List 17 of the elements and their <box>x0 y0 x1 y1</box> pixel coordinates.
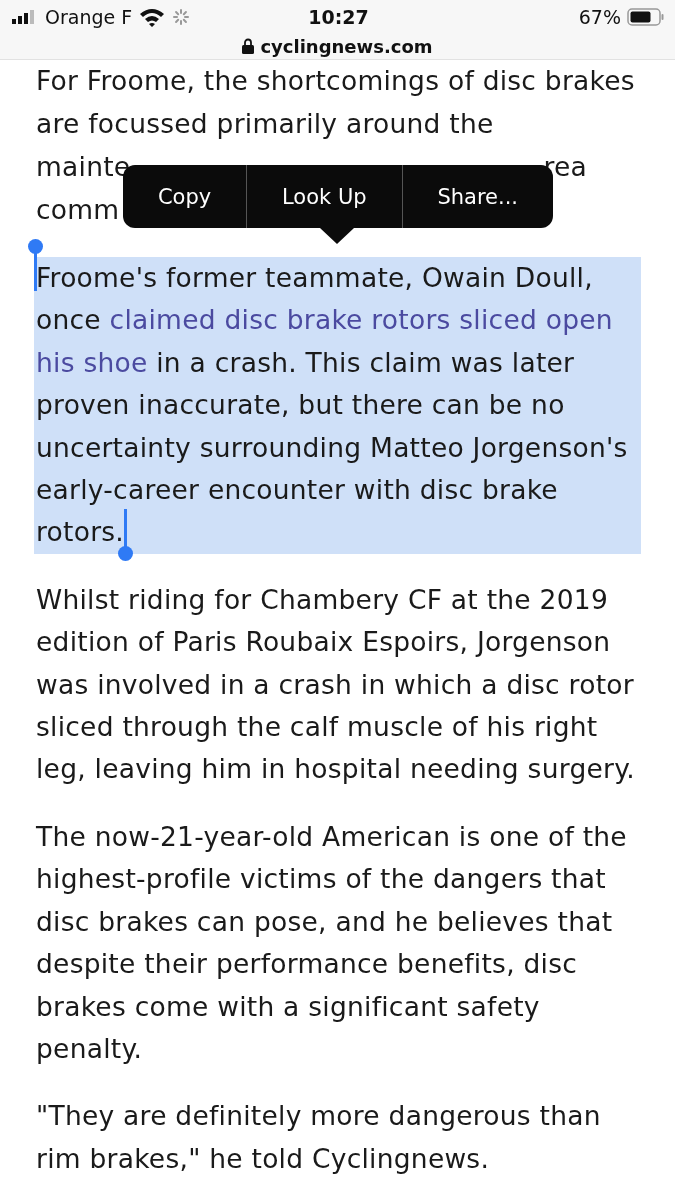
clock: 10:27 <box>308 6 369 28</box>
loading-icon <box>172 8 191 26</box>
paragraph-fragment: For Froome, the shortcomings of disc brakes <box>36 64 635 98</box>
paragraph: The now-21-year-old American is one of the highest-profile victims of the dangers that disc brakes can pose, and he believes that despite their performance benefits, disc brakes come with a significant safety penalty. <box>36 819 628 1066</box>
paragraph: Whilst riding for Chambery CF at the 2019 edition of Paris Roubaix Espoirs, Jorgenson was involved in a crash in which a disc rotor sliced through the calf muscle of his right leg, leaving him in hospital needing surgery. <box>36 582 636 787</box>
battery-icon <box>627 8 665 26</box>
article-link[interactable]: claimed disc brake rotors sliced open <box>109 304 613 336</box>
battery-percent: 67% <box>578 6 621 28</box>
paragraph-fragment: mainte <box>36 150 131 184</box>
lock-icon <box>242 38 255 54</box>
paragraph-fragment: comm <box>36 193 120 227</box>
carrier-name: Orange F <box>45 6 133 28</box>
page-url[interactable]: cyclingnews.com <box>260 35 433 57</box>
wifi-icon <box>139 7 166 27</box>
paragraph-fragment: are focussed primarily around the <box>36 107 494 141</box>
paragraph: "They are definitely more dangerous than rim brakes," he told Cyclingnews. <box>36 1099 602 1176</box>
article-link[interactable]: his shoe <box>36 346 148 378</box>
